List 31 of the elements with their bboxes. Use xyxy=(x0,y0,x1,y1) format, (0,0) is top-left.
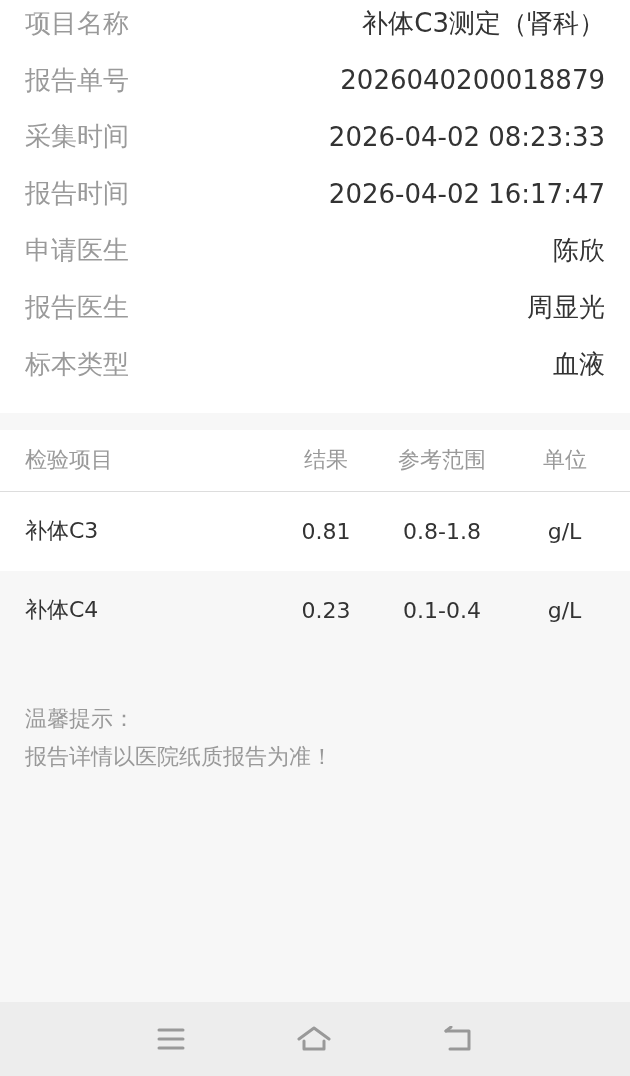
table-cell-text: 0.81 xyxy=(300,518,352,544)
field-value: 周显光 xyxy=(527,290,605,324)
column-header: 检验项目 xyxy=(25,446,114,475)
field-label: 申请医生 xyxy=(25,234,129,268)
field-label: 标本类型 xyxy=(25,347,129,381)
field-value: 2026040200018879 xyxy=(340,65,605,96)
table-cell-text: 补体C3 xyxy=(25,517,100,546)
column-header: 结果 xyxy=(303,446,349,475)
table-cell-text: 补体C4 xyxy=(25,596,100,625)
table-cell-text: 0.23 xyxy=(300,597,352,623)
field-value: 2026-04-02 08:23:33 xyxy=(328,122,605,152)
notice-text: 报告详情以医院纸质报告为准！ xyxy=(25,742,334,771)
table-cell-text: 0.1-0.4 xyxy=(402,597,482,623)
field-value: 血液 xyxy=(553,347,605,381)
field-value: 2026-04-02 16:17:47 xyxy=(328,178,605,209)
back-icon[interactable] xyxy=(443,1026,473,1052)
field-label: 报告时间 xyxy=(25,177,129,211)
table-cell-text: g/L xyxy=(546,518,583,544)
home-icon[interactable] xyxy=(297,1026,331,1052)
notice-title: 温馨提示： xyxy=(25,704,136,733)
field-label: 报告单号 xyxy=(25,63,129,97)
column-header: 单位 xyxy=(541,446,588,475)
field-label: 项目名称 xyxy=(25,6,129,40)
field-label: 采集时间 xyxy=(25,120,129,154)
table-cell-text: 0.8-1.8 xyxy=(402,518,482,544)
field-value: 陈欣 xyxy=(553,234,605,268)
field-label: 报告医生 xyxy=(25,290,129,324)
field-value: 补体C3测定（肾科） xyxy=(362,6,605,40)
menu-icon[interactable] xyxy=(157,1028,185,1050)
table-cell-text: g/L xyxy=(546,597,583,623)
column-header: 参考范围 xyxy=(397,446,487,475)
